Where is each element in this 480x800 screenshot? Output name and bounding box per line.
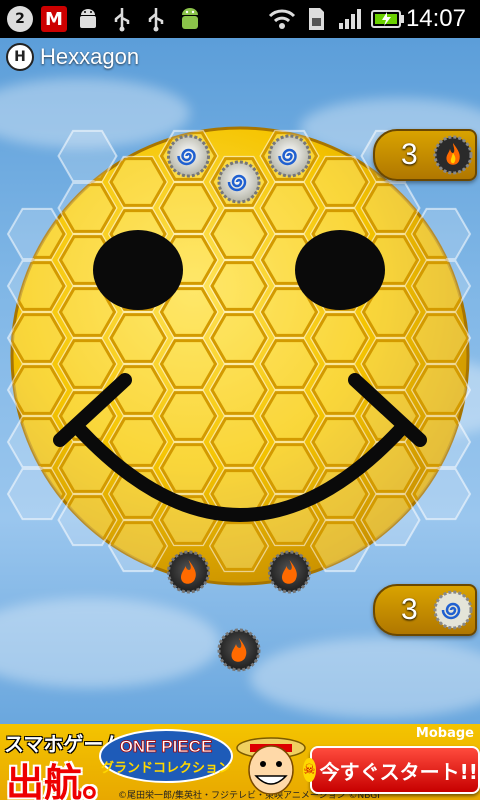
- spiral-score-count: 3: [401, 593, 418, 626]
- hex-cell-face: [210, 209, 268, 259]
- ad-brand: Mobage: [415, 726, 474, 741]
- hex-cell-face: [109, 313, 167, 363]
- ad-start-label: 今すぐスタート!!!: [319, 759, 480, 784]
- game-area: H Hexxagon 3 3: [0, 38, 480, 724]
- hex-cell-face: [412, 313, 468, 363]
- spiral-piece-icon: [433, 590, 473, 630]
- hex-cell-face: [412, 365, 468, 415]
- ad-game-logo: ONE PIECE グランドコレクション: [99, 729, 233, 783]
- svg-text:ONE PIECE: ONE PIECE: [120, 737, 213, 756]
- android-debug-icon: [74, 5, 102, 33]
- fire-piece-icon: [433, 135, 473, 175]
- smiley-right-eye: [295, 230, 385, 310]
- hex-cell-face: [159, 339, 218, 389]
- hex-cell-face: [311, 157, 369, 207]
- skull-icon: ☠: [303, 758, 316, 782]
- fire-score-count: 3: [401, 138, 418, 171]
- hex-cell-face: [210, 417, 268, 467]
- hex-cell-face: [159, 183, 218, 233]
- battery-charging-icon: [370, 5, 406, 33]
- fire-piece-icon[interactable]: [167, 550, 210, 594]
- android-market-icon: [176, 5, 204, 33]
- ad-start-button[interactable]: ☠ 今すぐスタート!!!: [303, 746, 480, 794]
- hex-cell-face: [159, 391, 218, 441]
- wifi-icon: [268, 5, 296, 33]
- luffy-face-icon: [236, 737, 306, 795]
- hex-cell-face: [311, 417, 369, 467]
- status-bar: 2 M 14:07: [0, 0, 480, 38]
- signal-icon: [336, 5, 364, 33]
- hex-cell-face: [159, 443, 218, 493]
- spiral-score: 3: [373, 584, 477, 636]
- hex-cell-face: [109, 157, 167, 207]
- hex-cell-face: [260, 443, 319, 493]
- ad-banner[interactable]: スマホゲーム 出航。 ONE PIECE グランドコレクション ©尾田栄一郎/集…: [0, 724, 480, 800]
- hex-cell-face: [210, 261, 268, 311]
- hex-cell-face: [311, 313, 369, 363]
- spiral-piece-icon[interactable]: [167, 134, 210, 178]
- notification-count: 2: [7, 6, 33, 32]
- fire-piece-icon[interactable]: [268, 550, 311, 594]
- hex-cell-face: [58, 339, 117, 389]
- hex-cell-face: [260, 183, 319, 233]
- usb-icon: [142, 5, 170, 33]
- fire-piece-icon[interactable]: [217, 628, 261, 672]
- sim-icon: [302, 5, 330, 33]
- fire-score: 3: [373, 129, 477, 181]
- hex-cell-face: [210, 313, 268, 363]
- hex-cell-face: [210, 365, 268, 415]
- clock: 14:07: [405, 5, 466, 32]
- hex-cell-face: [361, 339, 420, 389]
- hex-cell-face: [210, 521, 268, 571]
- smiley-left-eye: [93, 230, 183, 310]
- hex-cell-face: [260, 339, 319, 389]
- hex-cell-face: [260, 391, 319, 441]
- usb-icon: [108, 5, 136, 33]
- notification-count-icon: 2: [6, 5, 34, 33]
- spiral-piece-icon[interactable]: [217, 160, 261, 204]
- hex-cell-face: [12, 365, 66, 415]
- svg-text:グランドコレクション: グランドコレクション: [101, 760, 231, 776]
- mcafee-icon: M: [40, 5, 68, 33]
- spiral-piece-icon[interactable]: [268, 134, 311, 178]
- hex-cell-face: [12, 313, 66, 363]
